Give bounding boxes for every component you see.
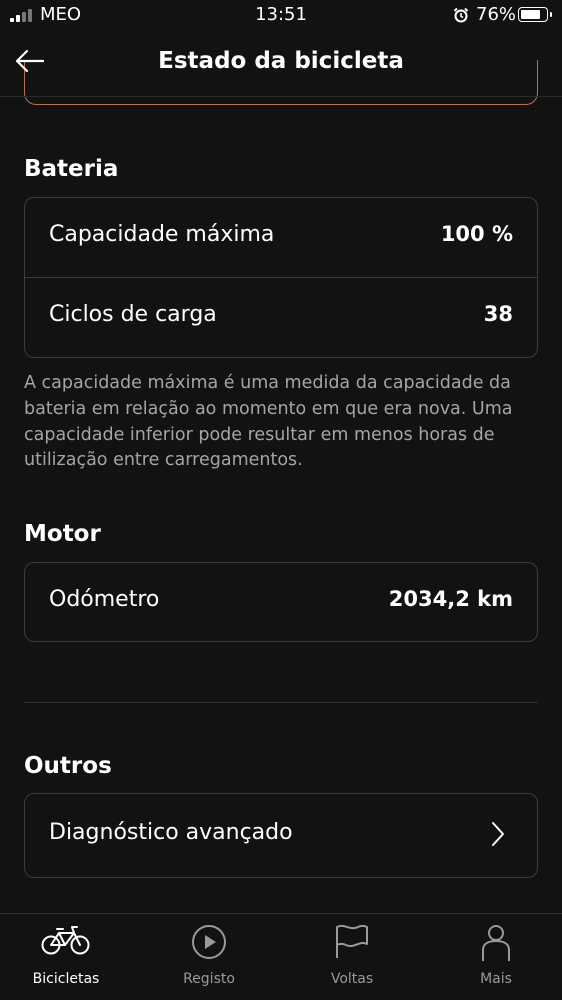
tab-label: Registo bbox=[183, 971, 235, 987]
tab-rides[interactable]: Voltas bbox=[297, 914, 407, 1000]
row-label: Odómetro bbox=[49, 587, 160, 612]
tab-label: Bicicletas bbox=[32, 971, 100, 987]
page-title: Estado da bicicleta bbox=[158, 48, 404, 74]
section-title-battery: Bateria bbox=[24, 156, 119, 182]
tab-bar: Bicicletas Registo Voltas Mais bbox=[0, 913, 562, 1000]
play-circle-icon bbox=[192, 925, 226, 959]
section-title-others: Outros bbox=[24, 753, 112, 779]
row-label: Ciclos de carga bbox=[49, 302, 217, 327]
battery-percent: 76% bbox=[476, 4, 517, 25]
row-value: 38 bbox=[483, 302, 513, 326]
bicycle-icon bbox=[41, 926, 90, 955]
nav-divider bbox=[0, 96, 562, 97]
status-bar: MEO 13:51 76% bbox=[0, 0, 562, 30]
row-value: 2034,2 km bbox=[388, 587, 513, 611]
battery-icon bbox=[518, 7, 552, 22]
tab-label: Mais bbox=[480, 971, 512, 987]
section-divider bbox=[24, 702, 538, 703]
row-advanced-diagnostics[interactable]: Diagnóstico avançado bbox=[25, 796, 537, 875]
tab-register[interactable]: Registo bbox=[154, 914, 264, 1000]
section-title-motor: Motor bbox=[24, 521, 101, 547]
row-charge-cycles: Ciclos de carga 38 bbox=[25, 277, 537, 357]
motor-card: Odómetro 2034,2 km bbox=[24, 562, 538, 642]
advanced-diagnostics-button[interactable]: Diagnóstico avançado bbox=[24, 793, 538, 878]
row-odometer: Odómetro 2034,2 km bbox=[25, 563, 537, 642]
row-label: Capacidade máxima bbox=[49, 222, 275, 247]
row-label: Diagnóstico avançado bbox=[49, 820, 293, 845]
alarm-icon bbox=[453, 7, 469, 23]
tab-bicycles[interactable]: Bicicletas bbox=[11, 914, 121, 1000]
chevron-right-icon bbox=[492, 822, 504, 846]
row-max-capacity: Capacidade máxima 100 % bbox=[25, 198, 537, 277]
battery-card: Capacidade máxima 100 % Ciclos de carga … bbox=[24, 197, 538, 358]
tab-more[interactable]: Mais bbox=[441, 914, 551, 1000]
flag-icon bbox=[336, 924, 368, 958]
tab-label: Voltas bbox=[330, 971, 374, 987]
battery-note: A capacidade máxima é uma medida da capa… bbox=[24, 373, 513, 471]
row-value: 100 % bbox=[440, 222, 513, 246]
person-icon bbox=[482, 925, 510, 961]
